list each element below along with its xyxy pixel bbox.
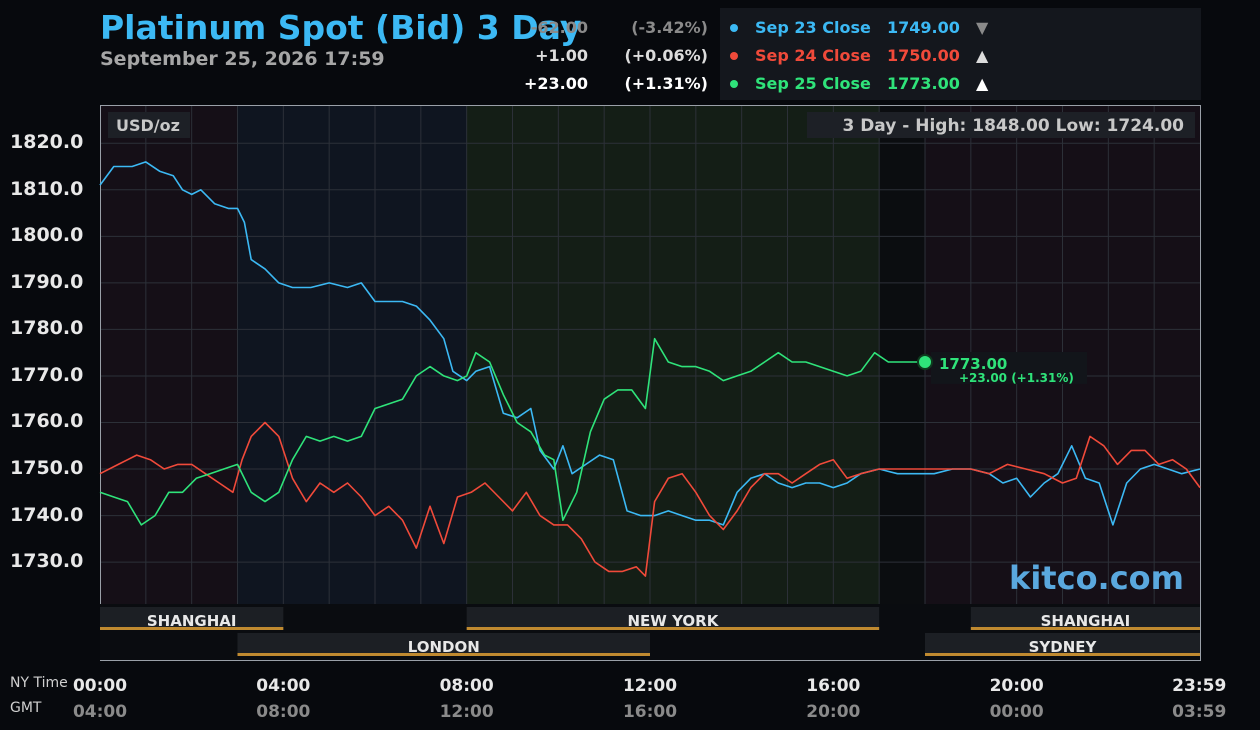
gmt-label: GMT bbox=[10, 700, 42, 716]
session-label: SHANGHAI bbox=[1041, 612, 1131, 630]
x-tick-label-gmt: 20:00 bbox=[806, 702, 861, 722]
watermark: kitco.com bbox=[1009, 559, 1184, 597]
range-label: 3 Day - High: 1848.00 Low: 1724.00 bbox=[842, 116, 1184, 136]
x-tick-label-ny: 00:00 bbox=[72, 676, 128, 696]
last-change-label: +23.00 (+1.31%) bbox=[959, 371, 1074, 385]
x-tick-label-ny: 12:00 bbox=[622, 676, 678, 696]
session-band bbox=[100, 106, 238, 604]
x-tick-label-ny: 04:00 bbox=[256, 676, 311, 696]
session-label: SYDNEY bbox=[1029, 638, 1098, 656]
x-tick-label-ny: 23:59 bbox=[1172, 676, 1227, 696]
unit-label: USD/oz bbox=[116, 116, 180, 135]
session-band bbox=[237, 106, 467, 604]
x-tick-label-gmt: 08:00 bbox=[256, 702, 311, 722]
session-band bbox=[879, 106, 925, 604]
x-tick-label-gmt: 16:00 bbox=[622, 702, 678, 722]
x-tick-label-ny: 08:00 bbox=[439, 676, 494, 696]
session-label: NEW YORK bbox=[628, 612, 720, 630]
x-tick-label-gmt: 00:00 bbox=[989, 702, 1044, 722]
x-tick-label-ny: 20:00 bbox=[989, 676, 1044, 696]
x-tick-label-gmt: 03:59 bbox=[1172, 702, 1227, 722]
last-value-dot bbox=[917, 353, 933, 370]
session-label: LONDON bbox=[408, 638, 480, 656]
ny-time-label: NY Time bbox=[10, 675, 68, 691]
x-tick-label-gmt: 12:00 bbox=[439, 702, 494, 722]
x-tick-label-ny: 16:00 bbox=[806, 676, 861, 696]
price-chart: USD/oz 3 Day - High: 1848.00 Low: 1724.0… bbox=[99, 105, 1201, 661]
session-label: SHANGHAI bbox=[147, 612, 237, 630]
session-band bbox=[466, 106, 880, 604]
x-tick-label-gmt: 04:00 bbox=[72, 702, 128, 722]
